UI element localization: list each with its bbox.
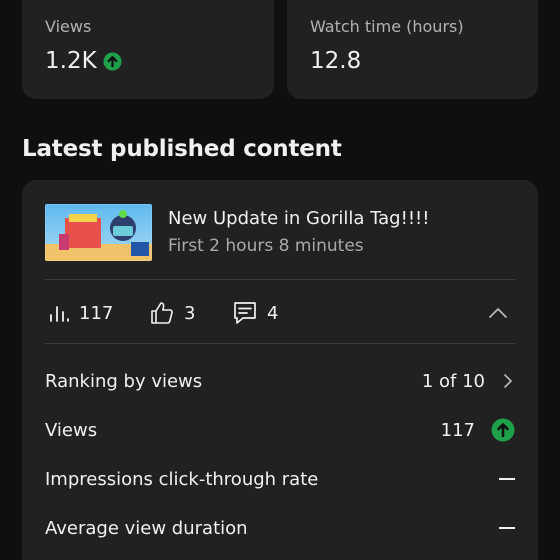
ctr-label: Impressions click-through rate [45,468,319,490]
likes-metric: 3 [149,297,195,329]
views-stat-value-wrap: 1.2K [45,48,122,74]
dash-icon [499,527,515,529]
likes-metric-count: 3 [184,302,196,324]
latest-content-card: New Update in Gorilla Tag!!!! First 2 ho… [22,180,538,560]
ranking-value: 1 of 10 [421,370,485,392]
watch-time-stat-label: Watch time (hours) [310,17,464,36]
video-thumbnail[interactable] [45,204,152,261]
chevron-right-icon [504,374,512,388]
dash-icon [499,478,515,480]
arrow-up-circle-icon [491,418,515,442]
views-stat-value: 1.2K [45,48,97,74]
ctr-value-wrap [499,478,515,480]
avg-duration-label: Average view duration [45,517,248,539]
ranking-value-wrap: 1 of 10 [422,371,515,392]
comments-metric-count: 4 [267,302,279,324]
video-title[interactable]: New Update in Gorilla Tag!!!! [168,208,429,229]
views-metric: 117 [48,297,113,329]
watch-time-stat-value: 12.8 [310,48,362,74]
avg-duration-row: Average view duration [45,513,515,543]
views-metric-count: 117 [79,302,114,324]
video-subtitle: First 2 hours 8 minutes [168,236,364,256]
ranking-row[interactable]: Ranking by views 1 of 10 [45,366,515,396]
ctr-row: Impressions click-through rate [45,464,515,494]
views-stat-label: Views [45,17,92,36]
arrow-up-circle-icon [103,51,122,71]
views-row-value: 117 [440,419,475,441]
thumbnail-image [45,204,152,261]
comments-metric: 4 [232,297,278,329]
watch-time-stat-card[interactable]: Watch time (hours) 12.8 [287,0,538,99]
divider [45,343,515,344]
avg-duration-value-wrap [499,527,515,529]
thumbs-up-icon [151,302,173,324]
analytics-page: Views 1.2K Watch time (hours) 12.8 Lates… [0,0,560,560]
ranking-label: Ranking by views [45,370,203,392]
comment-icon [234,302,256,324]
bar-chart-icon [50,306,69,322]
views-stat-card[interactable]: Views 1.2K [22,0,274,99]
divider [45,279,515,280]
views-row-value-wrap: 117 [441,418,515,442]
chevron-up-icon[interactable] [488,303,508,323]
views-row: Views 117 [45,415,515,445]
views-row-label: Views [45,419,98,441]
section-title: Latest published content [22,136,342,162]
